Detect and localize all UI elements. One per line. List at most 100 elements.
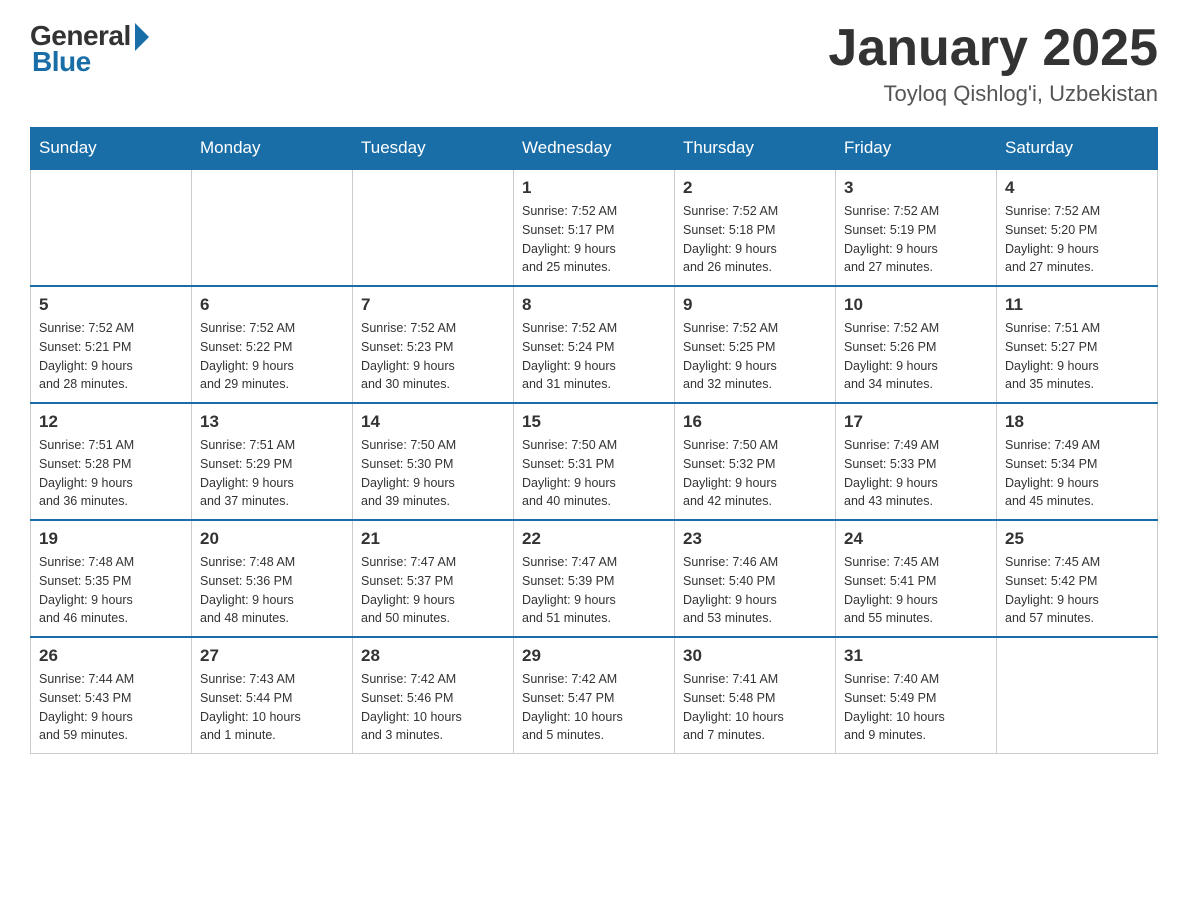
day-info: Sunrise: 7:42 AM Sunset: 5:46 PM Dayligh… bbox=[361, 670, 505, 745]
day-number: 16 bbox=[683, 412, 827, 432]
logo-arrow-icon bbox=[135, 23, 149, 51]
calendar-cell: 8 Sunrise: 7:52 AM Sunset: 5:24 PM Daylig… bbox=[514, 286, 675, 403]
month-year-title: January 2025 bbox=[828, 20, 1158, 77]
day-info: Sunrise: 7:44 AM Sunset: 5:43 PM Dayligh… bbox=[39, 670, 183, 745]
calendar-cell: 11 Sunrise: 7:51 AM Sunset: 5:27 PM Dayli… bbox=[997, 286, 1158, 403]
calendar-week-row: 19 Sunrise: 7:48 AM Sunset: 5:35 PM Dayli… bbox=[31, 520, 1158, 637]
calendar-cell: 28Sunrise: 7:42 AM Sunset: 5:46 PM Dayli… bbox=[353, 637, 514, 754]
day-info: Sunrise: 7:52 AM Sunset: 5:24 PM Dayligh… bbox=[522, 319, 666, 394]
calendar-cell: 19 Sunrise: 7:48 AM Sunset: 5:35 PM Dayli… bbox=[31, 520, 192, 637]
day-info: Sunrise: 7:49 AM Sunset: 5:34 PM Dayligh… bbox=[1005, 436, 1149, 511]
day-number: 13 bbox=[200, 412, 344, 432]
day-info: Sunrise: 7:50 AM Sunset: 5:31 PM Dayligh… bbox=[522, 436, 666, 511]
day-info: Sunrise: 7:51 AM Sunset: 5:28 PM Dayligh… bbox=[39, 436, 183, 511]
day-info: Sunrise: 7:52 AM Sunset: 5:25 PM Dayligh… bbox=[683, 319, 827, 394]
day-number: 11 bbox=[1005, 295, 1149, 315]
calendar-week-row: 12 Sunrise: 7:51 AM Sunset: 5:28 PM Dayli… bbox=[31, 403, 1158, 520]
logo: General Blue bbox=[30, 20, 149, 78]
day-number: 29 bbox=[522, 646, 666, 666]
calendar-cell: 16 Sunrise: 7:50 AM Sunset: 5:32 PM Dayli… bbox=[675, 403, 836, 520]
calendar-cell bbox=[192, 169, 353, 286]
day-number: 12 bbox=[39, 412, 183, 432]
day-number: 21 bbox=[361, 529, 505, 549]
day-number: 6 bbox=[200, 295, 344, 315]
day-info: Sunrise: 7:52 AM Sunset: 5:19 PM Dayligh… bbox=[844, 202, 988, 277]
calendar-cell: 22 Sunrise: 7:47 AM Sunset: 5:39 PM Dayli… bbox=[514, 520, 675, 637]
calendar-cell: 2 Sunrise: 7:52 AM Sunset: 5:18 PM Daylig… bbox=[675, 169, 836, 286]
calendar-cell: 6 Sunrise: 7:52 AM Sunset: 5:22 PM Daylig… bbox=[192, 286, 353, 403]
day-number: 17 bbox=[844, 412, 988, 432]
day-number: 14 bbox=[361, 412, 505, 432]
calendar-cell: 31 Sunrise: 7:40 AM Sunset: 5:49 PM Dayli… bbox=[836, 637, 997, 754]
day-number: 22 bbox=[522, 529, 666, 549]
day-info: Sunrise: 7:51 AM Sunset: 5:29 PM Dayligh… bbox=[200, 436, 344, 511]
calendar-cell: 15 Sunrise: 7:50 AM Sunset: 5:31 PM Dayli… bbox=[514, 403, 675, 520]
day-info: Sunrise: 7:48 AM Sunset: 5:35 PM Dayligh… bbox=[39, 553, 183, 628]
day-info: Sunrise: 7:50 AM Sunset: 5:32 PM Dayligh… bbox=[683, 436, 827, 511]
calendar-cell: 17Sunrise: 7:49 AM Sunset: 5:33 PM Dayli… bbox=[836, 403, 997, 520]
day-number: 27 bbox=[200, 646, 344, 666]
day-info: Sunrise: 7:52 AM Sunset: 5:17 PM Dayligh… bbox=[522, 202, 666, 277]
day-info: Sunrise: 7:52 AM Sunset: 5:22 PM Dayligh… bbox=[200, 319, 344, 394]
day-number: 4 bbox=[1005, 178, 1149, 198]
day-info: Sunrise: 7:41 AM Sunset: 5:48 PM Dayligh… bbox=[683, 670, 827, 745]
column-header-saturday: Saturday bbox=[997, 128, 1158, 170]
day-info: Sunrise: 7:51 AM Sunset: 5:27 PM Dayligh… bbox=[1005, 319, 1149, 394]
day-info: Sunrise: 7:45 AM Sunset: 5:42 PM Dayligh… bbox=[1005, 553, 1149, 628]
day-info: Sunrise: 7:47 AM Sunset: 5:39 PM Dayligh… bbox=[522, 553, 666, 628]
day-number: 1 bbox=[522, 178, 666, 198]
calendar-cell: 18 Sunrise: 7:49 AM Sunset: 5:34 PM Dayli… bbox=[997, 403, 1158, 520]
calendar-table: SundayMondayTuesdayWednesdayThursdayFrid… bbox=[30, 127, 1158, 754]
day-info: Sunrise: 7:40 AM Sunset: 5:49 PM Dayligh… bbox=[844, 670, 988, 745]
day-info: Sunrise: 7:43 AM Sunset: 5:44 PM Dayligh… bbox=[200, 670, 344, 745]
calendar-cell: 24 Sunrise: 7:45 AM Sunset: 5:41 PM Dayli… bbox=[836, 520, 997, 637]
day-number: 30 bbox=[683, 646, 827, 666]
calendar-cell: 14 Sunrise: 7:50 AM Sunset: 5:30 PM Dayli… bbox=[353, 403, 514, 520]
day-number: 5 bbox=[39, 295, 183, 315]
day-number: 15 bbox=[522, 412, 666, 432]
calendar-cell: 29Sunrise: 7:42 AM Sunset: 5:47 PM Dayli… bbox=[514, 637, 675, 754]
location-subtitle: Toyloq Qishlog'i, Uzbekistan bbox=[828, 81, 1158, 107]
day-number: 26 bbox=[39, 646, 183, 666]
column-header-sunday: Sunday bbox=[31, 128, 192, 170]
calendar-cell: 3 Sunrise: 7:52 AM Sunset: 5:19 PM Daylig… bbox=[836, 169, 997, 286]
day-number: 31 bbox=[844, 646, 988, 666]
day-number: 2 bbox=[683, 178, 827, 198]
day-number: 10 bbox=[844, 295, 988, 315]
day-info: Sunrise: 7:52 AM Sunset: 5:26 PM Dayligh… bbox=[844, 319, 988, 394]
day-number: 19 bbox=[39, 529, 183, 549]
day-number: 20 bbox=[200, 529, 344, 549]
calendar-cell: 4Sunrise: 7:52 AM Sunset: 5:20 PM Daylig… bbox=[997, 169, 1158, 286]
page-header: General Blue January 2025 Toyloq Qishlog… bbox=[30, 20, 1158, 107]
calendar-cell: 26 Sunrise: 7:44 AM Sunset: 5:43 PM Dayli… bbox=[31, 637, 192, 754]
day-number: 23 bbox=[683, 529, 827, 549]
day-number: 25 bbox=[1005, 529, 1149, 549]
calendar-cell: 13 Sunrise: 7:51 AM Sunset: 5:29 PM Dayli… bbox=[192, 403, 353, 520]
day-number: 24 bbox=[844, 529, 988, 549]
day-info: Sunrise: 7:48 AM Sunset: 5:36 PM Dayligh… bbox=[200, 553, 344, 628]
calendar-cell: 9Sunrise: 7:52 AM Sunset: 5:25 PM Daylig… bbox=[675, 286, 836, 403]
calendar-week-row: 26 Sunrise: 7:44 AM Sunset: 5:43 PM Dayli… bbox=[31, 637, 1158, 754]
day-info: Sunrise: 7:52 AM Sunset: 5:18 PM Dayligh… bbox=[683, 202, 827, 277]
calendar-cell: 10 Sunrise: 7:52 AM Sunset: 5:26 PM Dayli… bbox=[836, 286, 997, 403]
column-header-friday: Friday bbox=[836, 128, 997, 170]
day-info: Sunrise: 7:50 AM Sunset: 5:30 PM Dayligh… bbox=[361, 436, 505, 511]
calendar-cell: 20 Sunrise: 7:48 AM Sunset: 5:36 PM Dayli… bbox=[192, 520, 353, 637]
day-number: 18 bbox=[1005, 412, 1149, 432]
calendar-cell: 1 Sunrise: 7:52 AM Sunset: 5:17 PM Daylig… bbox=[514, 169, 675, 286]
calendar-cell bbox=[353, 169, 514, 286]
column-header-thursday: Thursday bbox=[675, 128, 836, 170]
calendar-cell: 5 Sunrise: 7:52 AM Sunset: 5:21 PM Daylig… bbox=[31, 286, 192, 403]
column-header-wednesday: Wednesday bbox=[514, 128, 675, 170]
calendar-cell bbox=[31, 169, 192, 286]
day-info: Sunrise: 7:52 AM Sunset: 5:21 PM Dayligh… bbox=[39, 319, 183, 394]
calendar-cell: 30 Sunrise: 7:41 AM Sunset: 5:48 PM Dayli… bbox=[675, 637, 836, 754]
day-number: 7 bbox=[361, 295, 505, 315]
calendar-cell bbox=[997, 637, 1158, 754]
day-info: Sunrise: 7:46 AM Sunset: 5:40 PM Dayligh… bbox=[683, 553, 827, 628]
day-info: Sunrise: 7:45 AM Sunset: 5:41 PM Dayligh… bbox=[844, 553, 988, 628]
calendar-cell: 27 Sunrise: 7:43 AM Sunset: 5:44 PM Dayli… bbox=[192, 637, 353, 754]
day-number: 3 bbox=[844, 178, 988, 198]
day-number: 8 bbox=[522, 295, 666, 315]
logo-blue-text: Blue bbox=[32, 46, 91, 78]
